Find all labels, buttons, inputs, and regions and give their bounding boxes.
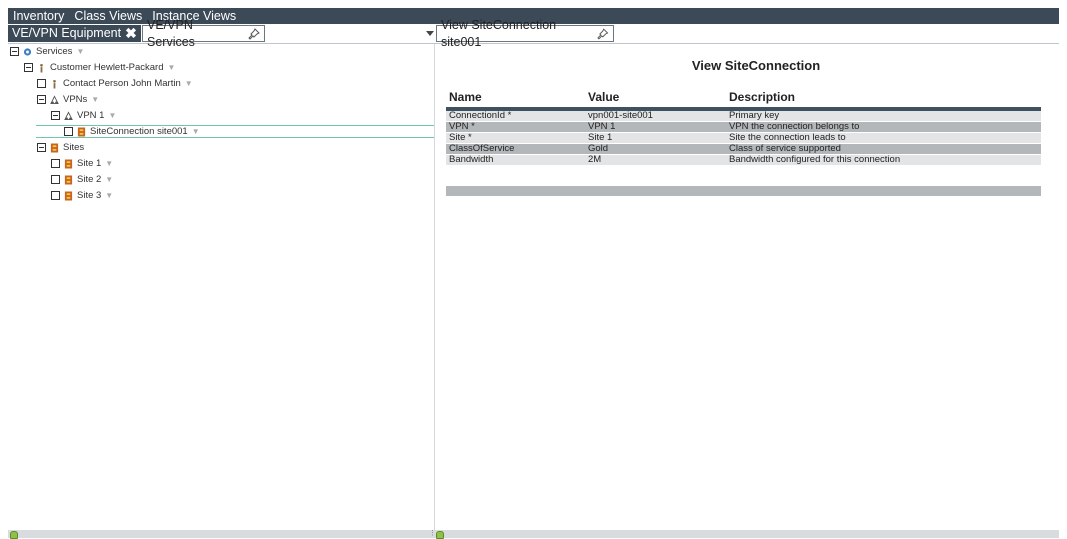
tree-label: Site 2 [77,174,102,185]
tree-node-siteconnection[interactable]: SiteConnection site001 ▼ [36,125,434,138]
properties-table: Name Value Description ConnectionId * vp… [446,90,1041,166]
column-header-name: Name [446,90,585,111]
chevron-down-icon[interactable]: ▼ [185,77,193,90]
site-icon [64,159,73,168]
tree-checkbox[interactable] [37,79,46,88]
menu-inventory[interactable]: Inventory [8,8,69,24]
cell-description: Bandwidth configured for this connection [726,154,1041,166]
tree-panel: Services ▼ Customer Hewlett-Packard ▼ Co… [8,44,435,530]
chevron-down-icon[interactable]: ▼ [91,93,99,106]
cell-value: Site 1 [585,132,726,144]
chevron-down-icon[interactable] [426,31,434,36]
pin-icon[interactable] [248,27,260,40]
tree-label: Customer Hewlett-Packard [50,62,164,73]
cell-value: VPN 1 [585,121,726,133]
table-footer [446,186,1041,196]
tree-label: SiteConnection site001 [90,126,188,137]
tree-node-contact[interactable]: Contact Person John Martin ▼ [37,77,193,90]
tab-view-siteconnection[interactable]: View SiteConnection site001 [436,18,614,49]
site-icon [77,127,86,136]
site-icon [50,143,59,152]
chevron-down-icon[interactable]: ▼ [76,45,84,58]
tree-node-services[interactable]: Services ▼ [10,45,84,58]
tree-node-site-3[interactable]: Site 3 ▼ [51,189,113,202]
services-icon [23,47,32,56]
collapse-toggle[interactable] [24,63,33,72]
collapse-toggle[interactable] [10,47,19,56]
tree-label: Site 3 [77,190,102,201]
view-panel: View SiteConnection Name Value Descripti… [436,44,1059,530]
tree-node-sites[interactable]: Sites [37,141,84,154]
collapse-toggle[interactable] [51,111,60,120]
tab-label: VE/VPN Equipment [12,26,122,40]
cell-name: Site * [446,132,585,144]
tab-ve-vpn-equipment[interactable]: VE/VPN Equipment ✖ [8,25,141,42]
vpn-icon [50,94,59,104]
tree-node-customer[interactable]: Customer Hewlett-Packard ▼ [24,61,175,74]
collapse-toggle[interactable] [37,95,46,104]
person-icon [40,63,43,72]
site-icon [64,175,73,184]
tab-row: VE/VPN Equipment ✖ VE/VPN Services View … [8,18,1059,49]
tree-label: Services [36,46,73,57]
chevron-down-icon[interactable]: ▼ [105,157,113,170]
site-icon [64,191,73,200]
tree-checkbox[interactable] [51,175,60,184]
status-bar: ⋮ [8,530,1059,539]
tree-label: VPN 1 [77,110,105,121]
menu-class-views[interactable]: Class Views [69,8,147,24]
tab-ve-vpn-services[interactable]: VE/VPN Services [142,18,265,49]
column-header-value: Value [585,90,726,111]
chevron-down-icon[interactable]: ▼ [192,125,200,138]
tree-checkbox[interactable] [51,159,60,168]
collapse-toggle[interactable] [37,143,46,152]
table-row[interactable]: VPN * VPN 1 VPN the connection belongs t… [446,121,1041,133]
cell-value: vpn001-site001 [585,109,726,122]
column-header-description: Description [726,90,1041,111]
chevron-down-icon[interactable]: ▼ [105,173,113,186]
chevron-down-icon[interactable]: ▼ [108,109,116,122]
cell-name: Bandwidth [446,154,585,166]
cell-description: Class of service supported [726,143,1041,155]
resize-grip-icon[interactable]: ⋮ [429,530,436,537]
cell-name: VPN * [446,121,585,133]
tree-label: Sites [63,142,85,153]
pin-icon[interactable] [597,27,609,40]
cell-value: Gold [585,143,726,155]
cell-description: Primary key [726,109,1041,122]
table-row[interactable]: Site * Site 1 Site the connection leads … [446,132,1041,144]
tree-node-vpns[interactable]: VPNs ▼ [37,93,99,106]
tree-label: Contact Person John Martin [63,78,181,89]
table-row[interactable]: Bandwidth 2M Bandwidth configured for th… [446,154,1041,166]
cell-name: ClassOfService [446,143,585,155]
cell-description: VPN the connection belongs to [726,121,1041,133]
tree-node-site-1[interactable]: Site 1 ▼ [51,157,113,170]
tree-node-vpn-1[interactable]: VPN 1 ▼ [51,109,116,122]
tree-checkbox[interactable] [51,191,60,200]
close-icon[interactable]: ✖ [125,25,137,42]
table-row[interactable]: ConnectionId * vpn001-site001 Primary ke… [446,109,1041,122]
cell-value: 2M [585,154,726,166]
cell-name: ConnectionId * [446,109,585,122]
chevron-down-icon[interactable]: ▼ [105,189,113,202]
cell-description: Site the connection leads to [726,132,1041,144]
chevron-down-icon[interactable]: ▼ [168,61,176,74]
tree-checkbox[interactable] [64,127,73,136]
tree-label: VPNs [63,94,88,105]
page-title: View SiteConnection [691,58,821,73]
vpn-icon [64,110,73,120]
tree-node-site-2[interactable]: Site 2 ▼ [51,173,113,186]
table-row[interactable]: ClassOfService Gold Class of service sup… [446,143,1041,155]
tree-label: Site 1 [77,158,102,169]
person-icon [53,79,56,88]
